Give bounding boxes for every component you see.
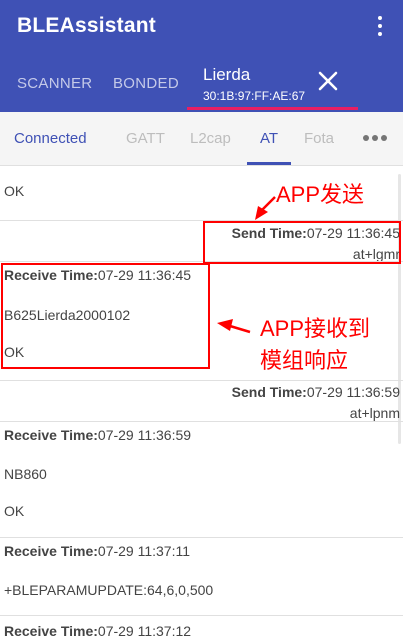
annotation-app-recv-1: APP接收到 [260, 316, 371, 341]
receive-time-label: Receive Time: [4, 543, 98, 559]
send-time-label: Send Time: [231, 384, 307, 400]
sub-tab-bar: Connected GATT L2cap AT Fota [0, 112, 403, 166]
app-bar: BLEAssistant SCANNER BONDED Lierda 30:1B… [0, 0, 403, 112]
log-ok-top: OK [4, 183, 25, 199]
sub-tab-indicator [247, 162, 291, 165]
receive-time-value: 07-29 11:37:12 [97, 623, 192, 639]
receive-line: +BLEPARAMUPDATE:64,6,0,500 [4, 582, 214, 598]
annotation-send-box [203, 221, 401, 264]
send-time-value: 07-29 11:36:59 [306, 384, 400, 400]
tab-l2cap[interactable]: L2cap [190, 130, 231, 147]
annotation-receive-box [1, 263, 210, 369]
divider [0, 421, 403, 422]
receive-time-label: Receive Time: [4, 427, 98, 443]
tab-at[interactable]: AT [260, 130, 278, 147]
divider [0, 537, 403, 538]
more-horiz-icon[interactable] [363, 134, 387, 142]
receive-line: OK [4, 503, 25, 519]
receive-entry-3: Receive Time:07-29 11:37:11 [4, 543, 190, 559]
tab-fota[interactable]: Fota [304, 130, 334, 147]
device-mac: 30:1B:97:FF:AE:67 [203, 89, 306, 103]
divider [0, 380, 403, 381]
divider [0, 615, 403, 616]
app-root: BLEAssistant SCANNER BONDED Lierda 30:1B… [0, 0, 403, 644]
close-icon[interactable] [315, 68, 341, 94]
scrollbar[interactable] [398, 174, 401, 444]
annotation-app-send: APP发送 [276, 182, 365, 207]
receive-entry-2: Receive Time:07-29 11:36:59 [4, 427, 191, 443]
tab-scanner[interactable]: SCANNER [17, 75, 92, 92]
annotation-app-recv-2: 模组响应 [260, 348, 349, 373]
receive-time-value: 07-29 11:37:11 [97, 543, 191, 559]
tab-connected[interactable]: Connected [14, 130, 87, 147]
receive-line: NB860 [4, 466, 47, 482]
tab-bonded[interactable]: BONDED [113, 75, 179, 92]
receive-time-value: 07-29 11:36:59 [97, 427, 192, 443]
app-title: BLEAssistant [17, 14, 156, 37]
send-entry-2: Send Time:07-29 11:36:59 [232, 384, 400, 400]
send-command: at+lpnm [349, 405, 400, 421]
overflow-menu-icon[interactable] [375, 14, 385, 38]
tab-device[interactable]: Lierda 30:1B:97:FF:AE:67 [187, 58, 358, 110]
receive-time-label: Receive Time: [4, 623, 98, 639]
tab-indicator [187, 107, 358, 110]
device-name: Lierda [203, 65, 251, 84]
tab-gatt[interactable]: GATT [126, 130, 165, 147]
receive-entry-4: Receive Time:07-29 11:37:12 [4, 623, 191, 639]
